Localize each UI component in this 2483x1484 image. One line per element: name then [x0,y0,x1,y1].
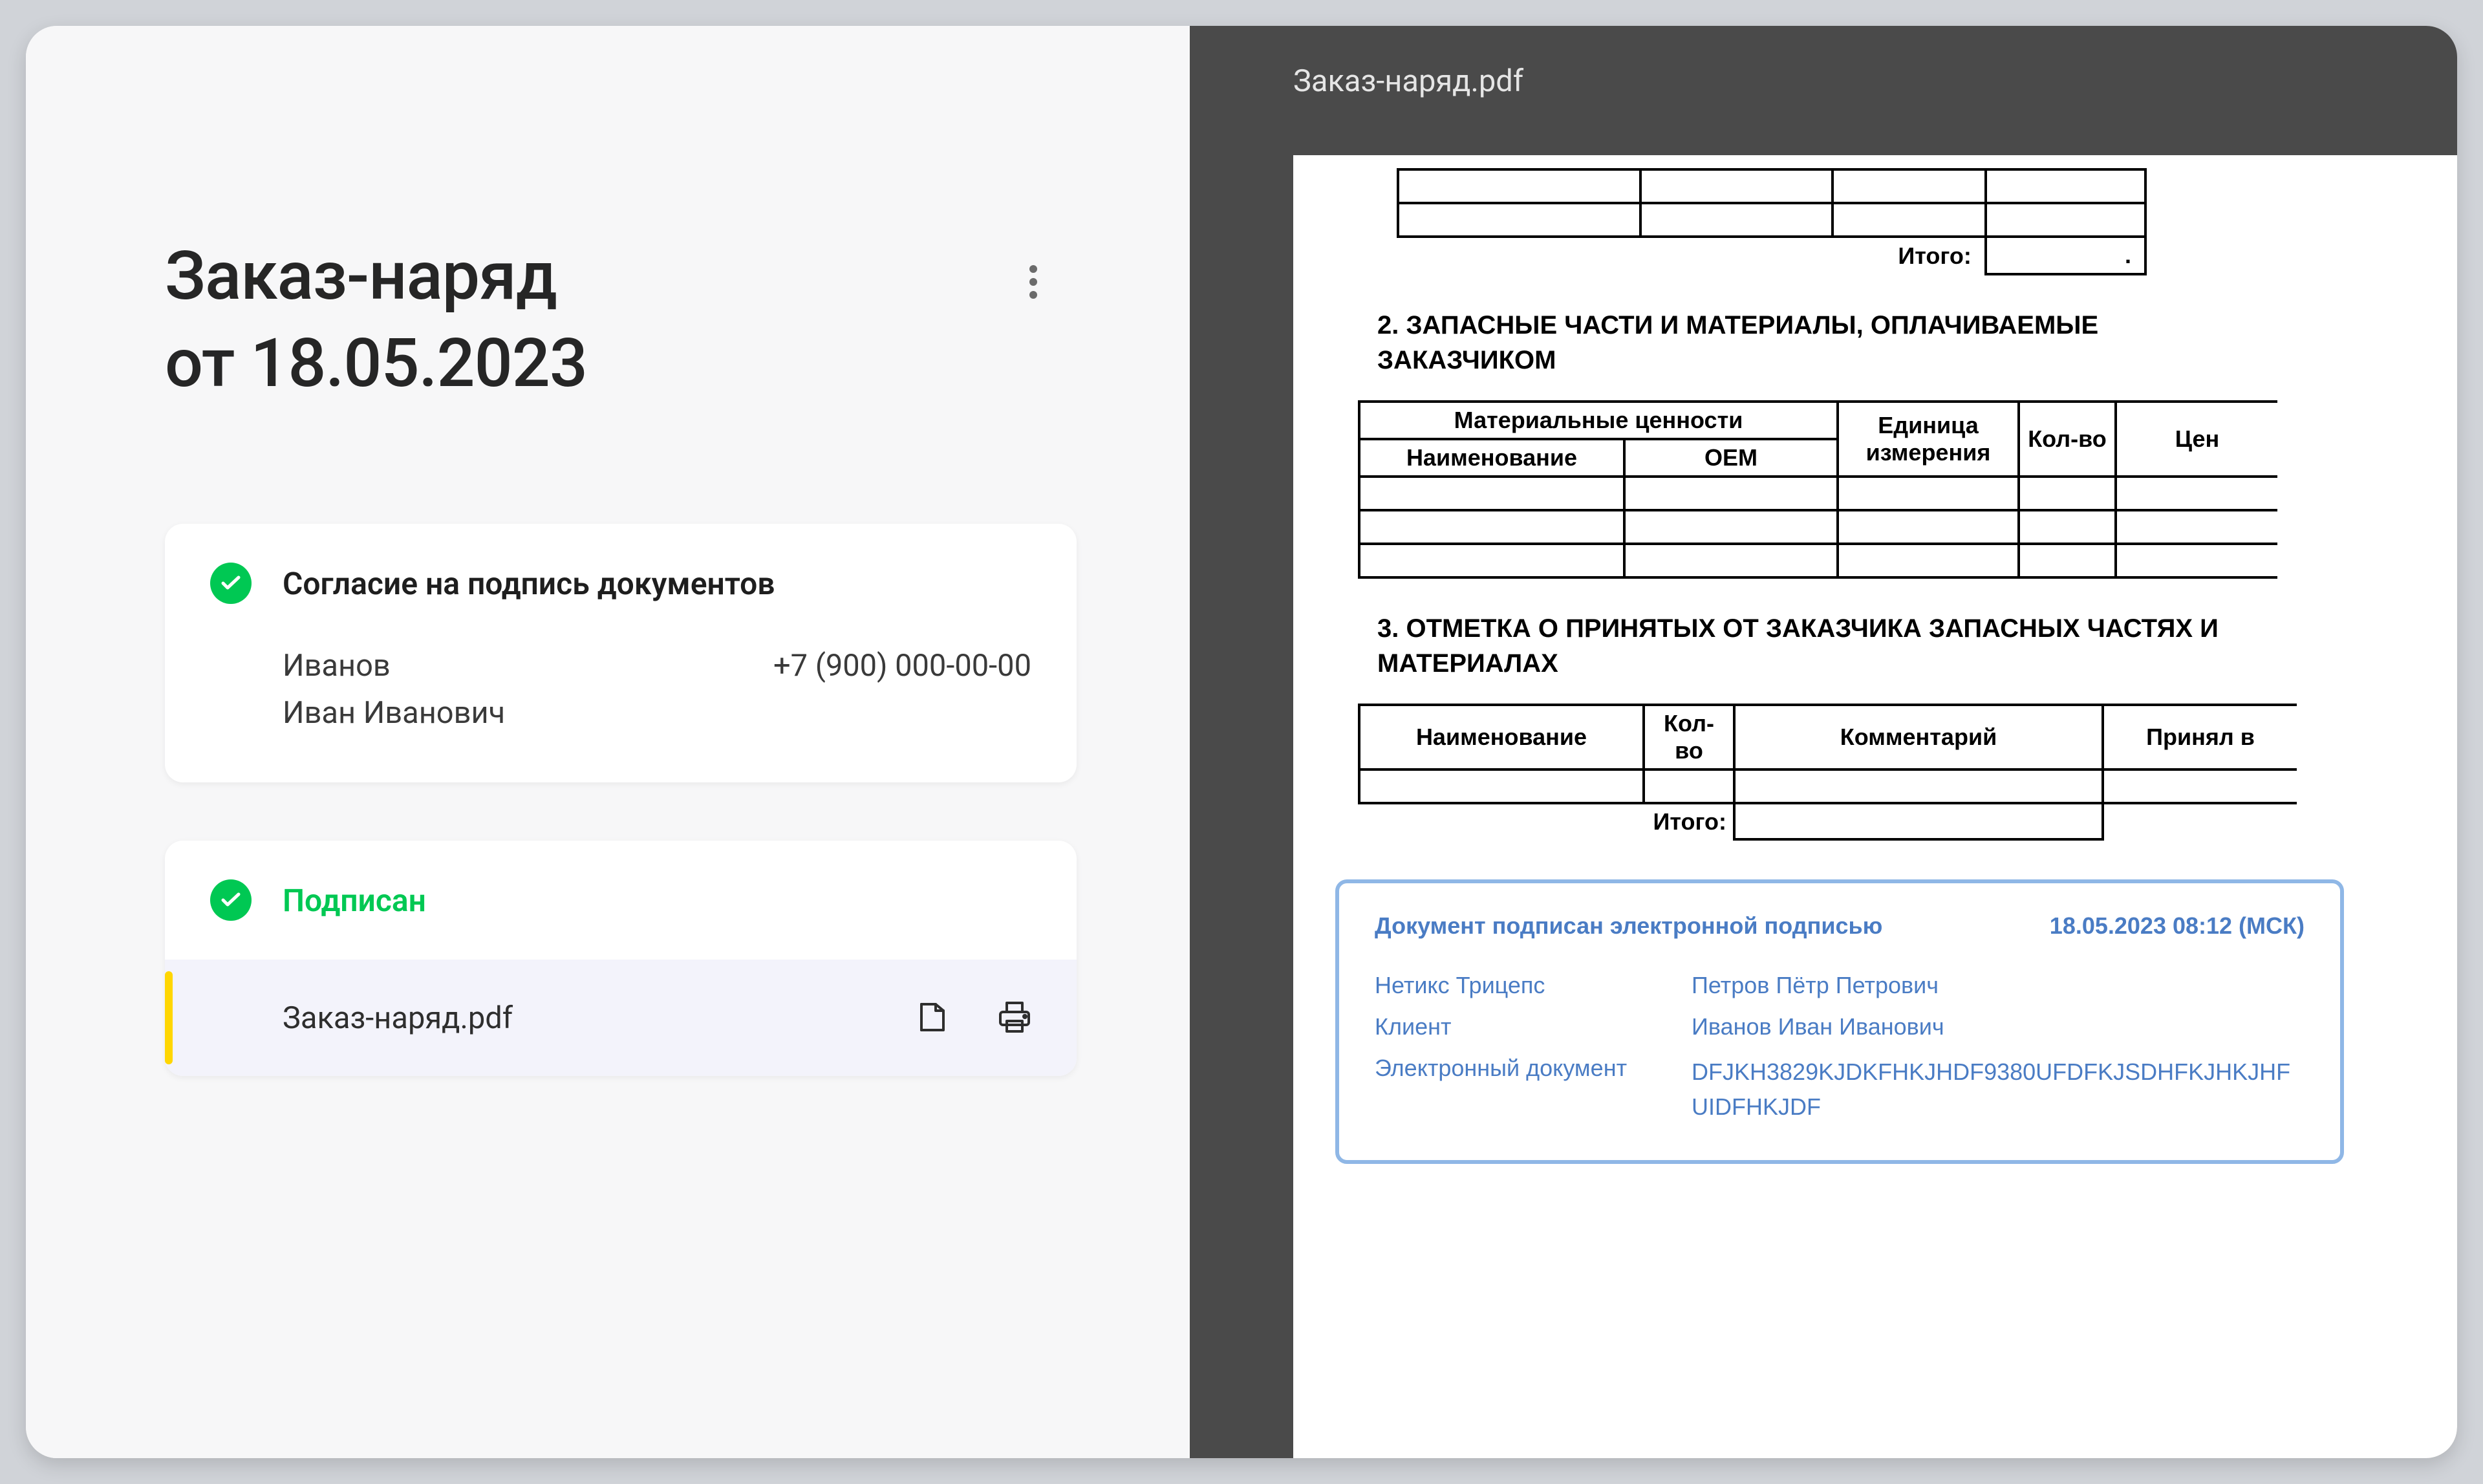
file-name-label: Заказ-наряд.pdf [283,1000,909,1036]
pdf-table-parts: Материальные ценности Единица измерения … [1358,400,2277,579]
sig-row-key: Клиент [1375,1013,1692,1040]
consent-card-header: Согласие на подпись документов [165,524,1077,623]
more-options-button[interactable] [1013,262,1054,303]
sig-row-value: Иванов Иван Иванович [1692,1013,2305,1040]
signature-box: Документ подписан электронной подписью 1… [1335,879,2344,1164]
signed-card-header: Подписан [165,841,1077,940]
consent-card-body: Иванов Иван Иванович +7 (900) 000-00-00 [165,623,1077,782]
book-icon [914,999,951,1037]
page-title: Заказ-наряд от 18.05.2023 [165,233,1077,407]
pdf-section1-stub: Итого: . [1397,168,2457,275]
consent-card: Согласие на подпись документов Иванов Ив… [165,524,1077,782]
app-window: Заказ-наряд от 18.05.2023 Согласие на по… [26,26,2457,1458]
page-title-line2: от 18.05.2023 [165,325,587,403]
check-circle-icon [210,563,252,604]
pdf-viewport[interactable]: Итого: . 2. ЗАПАСНЫЕ ЧАСТИ И МАТЕРИАЛЫ, … [1190,136,2457,1458]
consent-person-phone: +7 (900) 000-00-00 [657,643,1031,737]
sig-document-id: DFJKH3829KJDKFHKJHDF9380UFDFKJSDHFKJHKJH… [1692,1055,2305,1124]
print-button[interactable] [991,995,1038,1041]
pdf-page: Итого: . 2. ЗАПАСНЫЕ ЧАСТИ И МАТЕРИАЛЫ, … [1293,155,2457,1458]
pdf-table-accepted: Наименование Кол-во Комментарий Принял в… [1358,704,2297,841]
details-panel: Заказ-наряд от 18.05.2023 Согласие на по… [26,26,1190,1458]
signed-card: Подписан Заказ-наряд.pdf [165,841,1077,1076]
sig-row-key: Электронный документ [1375,1055,1692,1124]
consent-person-name: Иванов Иван Иванович [283,643,657,737]
pdf-section3-title: 3. ОТМЕТКА О ПРИНЯТЫХ ОТ ЗАКАЗЧИКА ЗАПАС… [1377,611,2283,681]
check-circle-icon [210,879,252,921]
signature-timestamp: 18.05.2023 08:12 (МСК) [2050,912,2305,940]
file-actions [909,995,1038,1041]
sig-row-key: Нетикс Трицепс [1375,972,1692,999]
pdf-preview-panel: Заказ-наряд.pdf Итого: . 2. ЗАПАСНЫЕ ЧАС… [1190,26,2457,1458]
kebab-icon [1029,265,1037,301]
pdf-file-name: Заказ-наряд.pdf [1293,63,1523,99]
signature-title: Документ подписан электронной подписью [1375,912,1882,940]
sig-row-value: Петров Пётр Петрович [1692,972,2305,999]
pdf-titlebar: Заказ-наряд.pdf [1190,26,2457,136]
pdf-section2-title: 2. ЗАПАСНЫЕ ЧАСТИ И МАТЕРИАЛЫ, ОПЛАЧИВАЕ… [1377,308,2283,378]
file-row[interactable]: Заказ-наряд.pdf [165,960,1077,1076]
signed-status-label: Подписан [283,882,426,919]
page-title-line1: Заказ-наряд [165,237,557,316]
consent-card-title: Согласие на подпись документов [283,565,775,602]
printer-icon [996,999,1033,1037]
open-document-button[interactable] [909,995,956,1041]
